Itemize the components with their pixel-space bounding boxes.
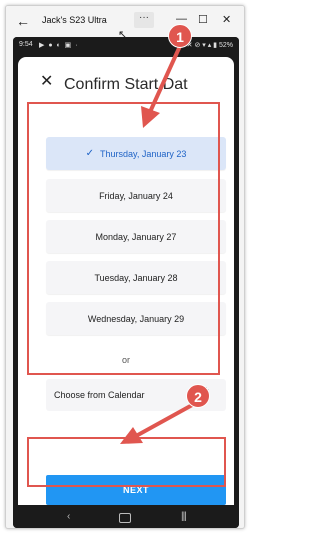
nav-home-icon[interactable] <box>119 513 131 523</box>
window-title: Jack's S23 Ultra <box>42 15 107 25</box>
annotation-box-next <box>27 437 226 487</box>
nav-back-icon[interactable]: ‹ <box>67 511 70 522</box>
back-arrow-icon[interactable]: ← <box>16 13 30 29</box>
status-bar: 9:54 ▶ ● ◐ ▣ · ✕ ⊘ ▾ ▴ ▮ 52% <box>13 37 239 53</box>
status-time: 9:54 <box>19 41 33 48</box>
more-options-button[interactable]: ··· <box>134 12 154 28</box>
calendar-option-label: Choose from Calendar <box>54 390 145 400</box>
status-battery: ✕ ⊘ ▾ ▴ ▮ 52% <box>186 42 233 49</box>
maximize-button[interactable]: ☐ <box>198 13 208 26</box>
annotation-box-date-options <box>27 102 220 375</box>
android-nav-bar: ‹ ||| <box>13 509 239 528</box>
status-notification-icons: ▶ ● ◐ ▣ · <box>39 42 79 49</box>
close-dialog-icon[interactable]: ✕ <box>40 74 53 90</box>
close-window-button[interactable]: ✕ <box>222 13 231 26</box>
annotation-step-1: 1 <box>168 24 192 48</box>
nav-recent-apps-icon[interactable]: ||| <box>181 511 187 522</box>
dialog-title: Confirm Start Dat <box>64 76 188 93</box>
annotation-step-2: 2 <box>186 384 210 408</box>
